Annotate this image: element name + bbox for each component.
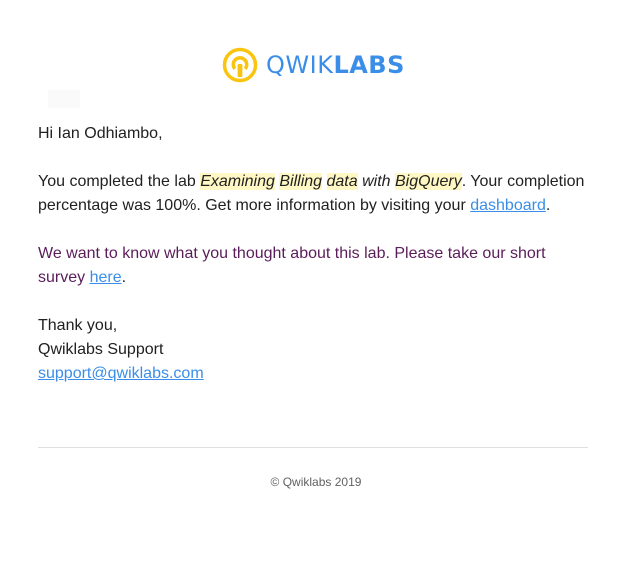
lab-title-word-1: Examining	[200, 173, 275, 190]
signoff-team: Qwiklabs Support	[38, 341, 164, 358]
completion-paragraph: You completed the lab Examining Billing …	[38, 170, 590, 218]
qwiklabs-logo: QWIKLABS	[222, 47, 406, 83]
greeting: Hi Ian Odhiambo,	[38, 125, 163, 142]
signoff-thanks: Thank you,	[38, 317, 118, 334]
survey-end: .	[121, 269, 127, 286]
survey-link[interactable]: here	[90, 269, 122, 286]
completion-intro: You completed the lab	[38, 173, 201, 190]
lab-title-word-4: BigQuery	[395, 173, 462, 190]
email-body: Hi Ian Odhiambo, You completed the lab E…	[38, 122, 590, 386]
footer-divider	[38, 447, 588, 448]
dashboard-link[interactable]: dashboard	[470, 197, 546, 214]
lab-title-word-3: data	[326, 173, 358, 190]
lab-title-with: with	[362, 173, 391, 190]
qwiklabs-logo-wordmark: QWIKLABS	[266, 47, 405, 83]
lab-title-word-2: Billing	[279, 173, 323, 190]
hidden-image-placeholder	[48, 90, 80, 108]
logo-word-qwik: QWIK	[266, 51, 334, 79]
support-email-link[interactable]: support@qwiklabs.com	[38, 365, 204, 382]
logo-word-labs: LABS	[333, 51, 405, 79]
qwiklabs-logo-icon	[222, 47, 258, 83]
footer-copyright: © Qwiklabs 2019	[270, 475, 362, 489]
survey-paragraph: We want to know what you thought about t…	[38, 242, 590, 290]
signoff: Thank you, Qwiklabs Support support@qwikla…	[38, 314, 590, 386]
completion-end: .	[545, 197, 551, 214]
